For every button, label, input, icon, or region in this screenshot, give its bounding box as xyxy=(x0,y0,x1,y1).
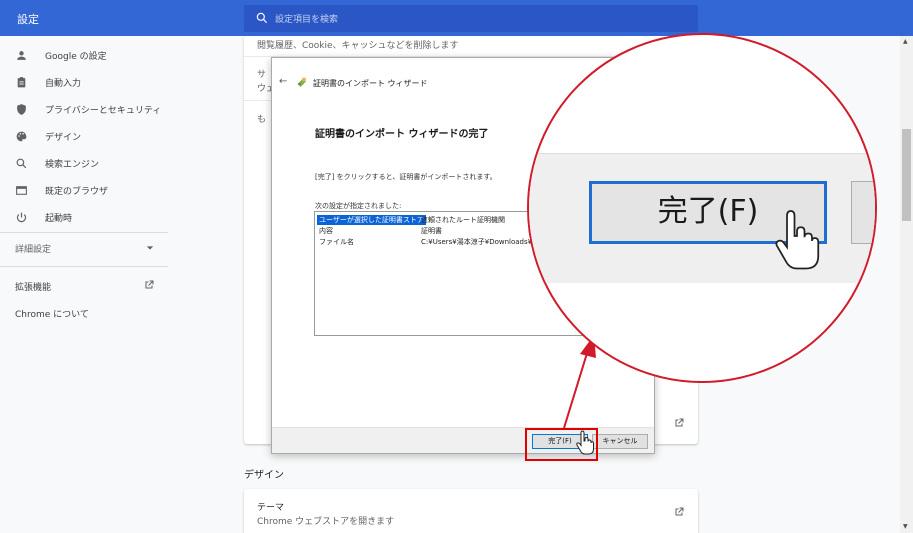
scroll-down-arrow-icon[interactable]: ▼ xyxy=(903,523,908,530)
wizard-heading: 証明書のインポート ウィザードの完了 xyxy=(315,129,489,140)
theme-title: テーマ xyxy=(257,503,285,513)
sidebar-item-privacy[interactable]: プライバシーとセキュリティ xyxy=(0,97,170,121)
sidebar-item-label: デザイン xyxy=(45,133,82,143)
partial-row-text: サ xyxy=(257,70,267,80)
setting-value: C:¥Users¥湯本涼子¥Downloads¥ xyxy=(421,238,533,246)
setting-key: ユーザーが選択した証明書ストア xyxy=(317,215,426,225)
partial-row-text: も xyxy=(257,115,267,125)
app-title: 設定 xyxy=(17,13,39,26)
sidebar-item-search-engine[interactable]: 検索エンジン xyxy=(0,151,170,175)
setting-value: 証明書 xyxy=(421,227,442,235)
sidebar: Google の設定 自動入力 プライバシーとセキュリティ デザイン 検索エンジ… xyxy=(0,36,170,533)
sidebar-item-label: 既定のブラウザ xyxy=(45,187,109,197)
search-icon xyxy=(256,12,268,24)
open-in-new-icon[interactable] xyxy=(673,506,685,518)
sidebar-item-autofill[interactable]: 自動入力 xyxy=(0,70,170,94)
advanced-toggle[interactable]: 詳細設定 xyxy=(15,242,51,255)
sidebar-item-appearance[interactable]: デザイン xyxy=(0,124,170,148)
power-icon xyxy=(16,212,27,223)
sidebar-item-label: 自動入力 xyxy=(45,79,82,89)
sidebar-item-label: 検索エンジン xyxy=(45,160,100,170)
scroll-up-arrow-icon[interactable]: ▲ xyxy=(903,38,908,45)
search-icon xyxy=(16,158,27,169)
setting-value: 信頼されたルート証明機関 xyxy=(421,216,505,224)
sidebar-item-about[interactable]: Chrome について xyxy=(15,307,89,320)
certificate-icon xyxy=(297,77,306,87)
settings-header: 設定 設定項目を検索 xyxy=(0,0,913,36)
sidebar-item-on-startup[interactable]: 起動時 xyxy=(0,205,170,229)
wizard-description: [完了] をクリックすると、証明書がインポートされます。 xyxy=(315,173,497,181)
sidebar-item-label: プライバシーとセキュリティ xyxy=(45,106,162,116)
shield-icon xyxy=(17,104,26,115)
browser-icon xyxy=(16,186,27,195)
hand-pointer-icon xyxy=(775,210,820,270)
clipboard-icon xyxy=(17,77,26,88)
open-in-new-icon[interactable] xyxy=(673,417,685,429)
clear-browsing-row[interactable]: 閲覧履歴、Cookie、キャッシュなどを削除します xyxy=(257,38,459,51)
theme-card[interactable]: テーマ Chrome ウェブストアを開きます xyxy=(244,489,698,533)
appearance-section-title: デザイン xyxy=(244,470,284,481)
palette-icon xyxy=(16,131,27,142)
zoom-callout: 完了(F) xyxy=(527,33,877,383)
sidebar-divider xyxy=(0,232,168,233)
sidebar-item-extensions[interactable]: 拡張機能 xyxy=(15,280,51,293)
search-box[interactable]: 設定項目を検索 xyxy=(244,5,698,32)
sidebar-item-label: Google の設定 xyxy=(45,52,107,62)
setting-key: ファイル名 xyxy=(319,238,354,246)
sidebar-item-label: 起動時 xyxy=(45,214,73,224)
sidebar-divider xyxy=(0,266,168,267)
setting-key: 内容 xyxy=(319,227,333,235)
wizard-window-title: 証明書のインポート ウィザード xyxy=(313,79,428,88)
scrollbar-thumb[interactable] xyxy=(902,129,911,221)
person-icon xyxy=(17,51,26,60)
chevron-down-icon[interactable] xyxy=(146,244,154,252)
sidebar-item-default-browser[interactable]: 既定のブラウザ xyxy=(0,178,170,202)
settings-list-label: 次の設定が指定されました: xyxy=(315,202,402,210)
open-in-new-icon[interactable] xyxy=(143,279,155,291)
theme-subtitle: Chrome ウェブストアを開きます xyxy=(257,517,395,527)
sidebar-item-google[interactable]: Google の設定 xyxy=(0,43,170,67)
zoomed-cancel-button xyxy=(851,181,875,244)
back-arrow-icon[interactable]: ← xyxy=(279,76,287,87)
search-input[interactable]: 設定項目を検索 xyxy=(275,12,338,25)
scrollbar-track[interactable] xyxy=(900,36,913,533)
